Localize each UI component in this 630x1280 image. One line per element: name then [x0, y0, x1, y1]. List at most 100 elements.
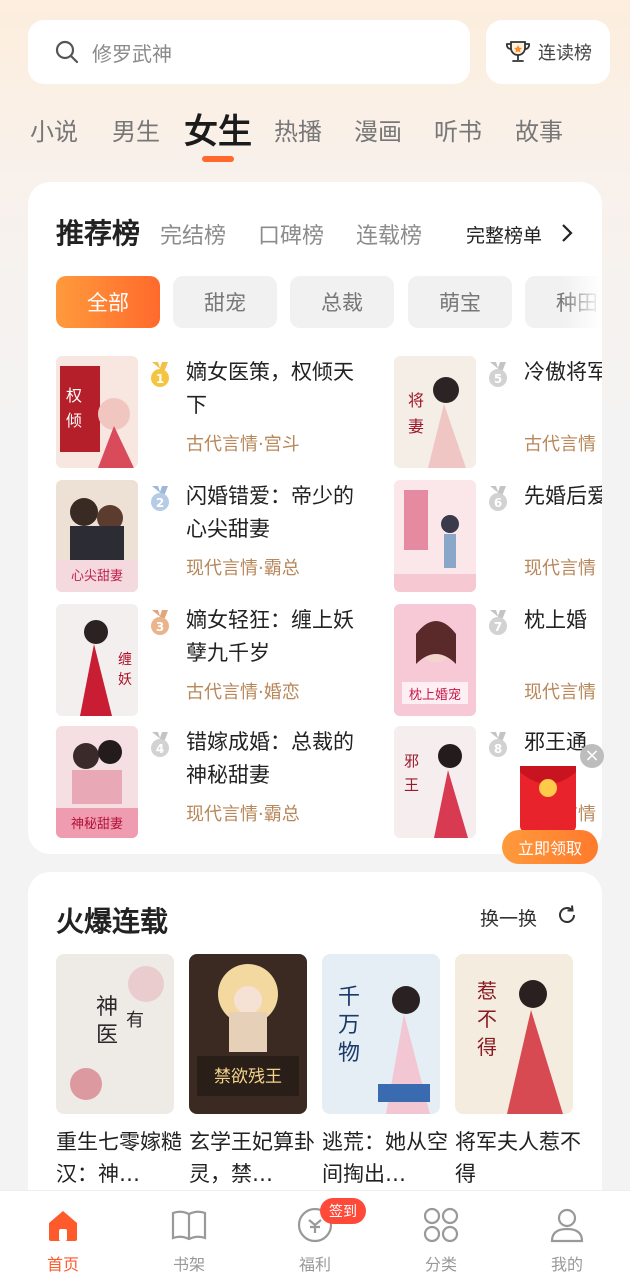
- svg-text:2: 2: [156, 496, 164, 510]
- search-icon: [55, 40, 79, 64]
- book-tag: 现代言情: [524, 558, 596, 579]
- tab-male[interactable]: 男生: [112, 112, 160, 147]
- rank-6-badge: 6: [489, 486, 507, 511]
- hot-book-item[interactable]: 惹不得 将军夫人惹不得: [455, 954, 581, 1190]
- hot-book-item[interactable]: 千万物 逃荒：她从空间掏出…: [322, 954, 448, 1190]
- book-cover: 禁欲残王: [189, 954, 307, 1114]
- book-title: 嫡女医策，权倾天下: [186, 360, 354, 417]
- svg-text:6: 6: [494, 496, 502, 510]
- ranking-tab-reputation[interactable]: 口碑榜: [258, 218, 324, 250]
- hot-serial-card: 火爆连载 换一换 神医有 重生七零嫁糙汉：神… 禁欲残王 玄学王妃算卦灵，禁… …: [28, 872, 602, 1212]
- chevron-right-icon[interactable]: [560, 222, 574, 244]
- close-icon[interactable]: ×: [580, 744, 604, 768]
- ranking-tab-serial[interactable]: 连载榜: [356, 218, 422, 250]
- chip-sweet[interactable]: 甜宠: [173, 276, 277, 328]
- rank-5-badge: 5: [489, 362, 507, 387]
- nav-bookshelf[interactable]: 书架: [126, 1191, 252, 1280]
- ranking-book-item[interactable]: 权倾 1 嫡女医策，权倾天下 古代言情·宫斗: [56, 356, 376, 468]
- full-list-link[interactable]: 完整榜单: [466, 221, 542, 248]
- rank-2-badge: 2: [151, 486, 169, 511]
- chip-ceo[interactable]: 总裁: [290, 276, 394, 328]
- svg-text:心尖甜妻: 心尖甜妻: [71, 568, 123, 584]
- tab-female[interactable]: 女生: [184, 104, 252, 153]
- book-title: 玄学王妃算卦灵，禁…: [189, 1130, 315, 1186]
- nav-profile[interactable]: 我的: [504, 1191, 630, 1280]
- book-tag: 古代言情·婚恋: [186, 682, 300, 703]
- svg-text:千: 千: [338, 985, 360, 1010]
- refresh-icon[interactable]: [556, 904, 578, 926]
- nav-welfare-label: 福利: [298, 1255, 331, 1274]
- book-title: 枕上婚: [524, 608, 587, 632]
- hot-book-item[interactable]: 禁欲残王 玄学王妃算卦灵，禁…: [189, 954, 315, 1190]
- book-tag: 现代言情·霸总: [186, 804, 300, 825]
- ranking-book-item[interactable]: 缠妖 3 嫡女轻狂：缠上妖孽九千岁 古代言情·婚恋: [56, 604, 376, 716]
- svg-text:枕上婚宠: 枕上婚宠: [409, 687, 461, 703]
- tab-comics[interactable]: 漫画: [354, 112, 402, 147]
- book-tag: 古代言情·宫斗: [186, 434, 300, 455]
- home-icon: [49, 1211, 77, 1241]
- nav-home[interactable]: 首页: [0, 1191, 126, 1280]
- recommend-ranking-card: 推荐榜 完结榜 口碑榜 连载榜 完整榜单 全部 甜宠 总裁 萌宝 种田 权倾 1…: [28, 182, 602, 854]
- tab-stories[interactable]: 故事: [515, 112, 563, 147]
- nav-category[interactable]: 分类: [378, 1191, 504, 1280]
- svg-text:禁欲残王: 禁欲残王: [214, 1067, 282, 1087]
- book-tag: 现代言情·霸总: [186, 558, 300, 579]
- book-cover: 神医有: [56, 954, 174, 1114]
- svg-text:物: 物: [338, 1041, 360, 1066]
- ranking-book-item[interactable]: 神秘甜妻 4 错嫁成婚：总裁的神秘甜妻 现代言情·霸总: [56, 726, 376, 838]
- red-envelope-icon[interactable]: [516, 762, 580, 836]
- book-cover: 千万物: [322, 954, 440, 1114]
- book-cover: [394, 480, 476, 592]
- svg-text:权: 权: [66, 386, 82, 405]
- rank-button[interactable]: 连读榜: [486, 20, 610, 84]
- hot-serial-title: 火爆连载: [56, 905, 169, 938]
- ranking-book-item[interactable]: 心尖甜妻 2 闪婚错爱：帝少的心尖甜妻 现代言情·霸总: [56, 480, 376, 592]
- ranking-tab-completed[interactable]: 完结榜: [160, 218, 226, 250]
- svg-text:惹: 惹: [477, 979, 497, 1003]
- rank-8-badge: 8: [489, 732, 507, 757]
- tab-novel[interactable]: 小说: [30, 112, 78, 147]
- swap-button[interactable]: 换一换: [480, 904, 537, 931]
- svg-text:3: 3: [156, 620, 164, 634]
- category-icon: [423, 1207, 459, 1243]
- nav-category-label: 分类: [424, 1255, 457, 1274]
- svg-text:妖: 妖: [118, 672, 132, 688]
- tab-hot-play[interactable]: 热播: [274, 112, 322, 147]
- book-cover: 神秘甜妻: [56, 726, 138, 838]
- book-title: 先婚后爱的隐婚: [524, 484, 602, 508]
- ranking-book-item[interactable]: 将妻 5 冷傲将军妻 古代言情: [394, 356, 602, 468]
- svg-text:7: 7: [494, 620, 502, 634]
- tab-audiobook[interactable]: 听书: [434, 112, 482, 147]
- svg-text:万: 万: [338, 1013, 360, 1038]
- trophy-icon: [506, 41, 530, 62]
- svg-text:将: 将: [408, 391, 424, 410]
- svg-text:不: 不: [477, 1007, 497, 1031]
- svg-text:1: 1: [156, 372, 164, 386]
- active-tab-indicator: [202, 156, 234, 162]
- ranking-book-item[interactable]: 6 先婚后爱的隐婚 现代言情: [394, 480, 602, 592]
- book-cover: 邪王: [394, 726, 476, 838]
- rank-button-label: 连读榜: [538, 43, 592, 64]
- rank-3-badge: 3: [151, 610, 169, 635]
- book-tag: 古代言情: [524, 434, 596, 455]
- sign-in-badge[interactable]: 签到: [320, 1198, 366, 1224]
- book-cover: 惹不得: [455, 954, 573, 1114]
- svg-text:4: 4: [156, 742, 164, 756]
- category-tabs: 小说 男生 女生 热播 漫画 听书 故事: [30, 100, 610, 170]
- chip-cute-baby[interactable]: 萌宝: [408, 276, 512, 328]
- bookshelf-icon: [171, 1210, 207, 1241]
- book-cover: 心尖甜妻: [56, 480, 138, 592]
- ranking-title[interactable]: 推荐榜: [56, 212, 140, 252]
- book-title: 嫡女轻狂：缠上妖孽九千岁: [186, 608, 354, 665]
- svg-text:缠: 缠: [118, 651, 132, 668]
- svg-text:神: 神: [96, 995, 118, 1020]
- book-title: 闪婚错爱：帝少的心尖甜妻: [186, 484, 354, 541]
- search-bar[interactable]: 修罗武神: [28, 20, 470, 84]
- svg-text:8: 8: [494, 742, 502, 756]
- hot-book-item[interactable]: 神医有 重生七零嫁糙汉：神…: [56, 954, 182, 1190]
- book-cover: 权倾: [56, 356, 138, 468]
- claim-now-button[interactable]: 立即领取: [502, 830, 598, 864]
- chip-all[interactable]: 全部: [56, 276, 160, 328]
- ranking-book-item[interactable]: 枕上婚宠 7 枕上婚 现代言情: [394, 604, 602, 716]
- bottom-nav: 首页 书架 福利 分类 我的: [0, 1190, 630, 1280]
